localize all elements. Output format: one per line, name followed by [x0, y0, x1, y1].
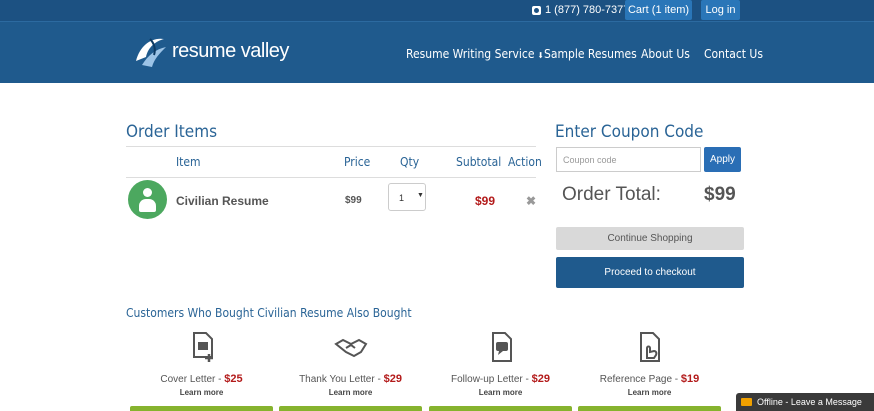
- apply-coupon-button[interactable]: Apply: [704, 147, 741, 172]
- quantity-select[interactable]: 1 ▼: [388, 183, 426, 211]
- add-to-cart-button[interactable]: [429, 406, 572, 411]
- product-price: $19: [680, 373, 700, 385]
- quantity-value: 1: [399, 193, 405, 203]
- learn-more-link[interactable]: Learn more: [279, 388, 422, 397]
- nav-sample-resumes[interactable]: Sample Resumes: [544, 47, 637, 61]
- learn-more-link[interactable]: Learn more: [130, 388, 273, 397]
- product-price: $29: [383, 373, 402, 385]
- nav-service-label: Resume Writing Service: [406, 47, 535, 61]
- handshake-icon: [333, 338, 367, 358]
- product-name: Thank You Letter -: [299, 374, 384, 385]
- add-to-cart-button[interactable]: [130, 406, 273, 411]
- product-card[interactable]: Thank You Letter - $29 Learn more: [279, 330, 422, 397]
- product-card[interactable]: Cover Letter - $25 Learn more: [130, 330, 273, 397]
- column-subtotal: Subtotal: [456, 155, 502, 169]
- add-to-cart-button[interactable]: [279, 406, 422, 411]
- document-plus-icon: [192, 332, 213, 362]
- order-items-title: Order Items: [126, 122, 218, 142]
- table-divider: [126, 146, 536, 147]
- order-total-value: $99: [704, 184, 736, 205]
- chat-widget[interactable]: Offline - Leave a Message: [736, 393, 874, 411]
- column-qty: Qty: [400, 155, 420, 169]
- cart-button[interactable]: Cart (1 item): [625, 0, 692, 20]
- coupon-code-input[interactable]: Coupon code: [556, 147, 701, 172]
- continue-shopping-button[interactable]: Continue Shopping: [556, 227, 744, 250]
- nav-about-us[interactable]: About Us: [641, 47, 690, 61]
- proceed-to-checkout-button[interactable]: Proceed to checkout: [556, 257, 744, 288]
- nav-resume-writing-service[interactable]: Resume Writing Service ⬇: [406, 47, 544, 61]
- column-action: Action: [508, 155, 542, 169]
- site-header: 1 (877) 780-7377 Cart (1 item) Log in re…: [0, 0, 874, 83]
- phone-link[interactable]: 1 (877) 780-7377: [532, 4, 629, 16]
- product-card[interactable]: Follow-up Letter - $29 Learn more: [429, 330, 572, 397]
- coupon-title: Enter Coupon Code: [555, 122, 704, 142]
- also-bought-title: Customers Who Bought Civilian Resume Als…: [126, 306, 412, 320]
- product-card[interactable]: Reference Page - $19 Learn more: [578, 330, 721, 397]
- order-total-label: Order Total:: [562, 184, 661, 205]
- phone-number: 1 (877) 780-7377: [545, 4, 630, 16]
- login-button[interactable]: Log in: [701, 0, 740, 20]
- document-chat-icon: [491, 332, 512, 362]
- chevron-down-icon: ⬇: [537, 51, 544, 60]
- chat-label: Offline - Leave a Message: [757, 397, 862, 407]
- product-name: Cover Letter -: [160, 374, 225, 385]
- envelope-icon: [741, 398, 752, 406]
- phone-icon: [532, 5, 541, 15]
- item-avatar-icon: [128, 180, 167, 219]
- site-logo[interactable]: resume valley: [130, 31, 289, 71]
- caret-down-icon: ▼: [417, 192, 424, 199]
- learn-more-link[interactable]: Learn more: [429, 388, 572, 397]
- product-price: $25: [224, 373, 243, 385]
- item-subtotal: $99: [475, 194, 496, 208]
- nav-contact-us[interactable]: Contact Us: [704, 47, 763, 61]
- table-divider: [126, 177, 536, 178]
- item-name: Civilian Resume: [176, 194, 269, 208]
- learn-more-link[interactable]: Learn more: [578, 388, 721, 397]
- logo-text: resume valley: [172, 39, 289, 62]
- logo-swirl-icon: [136, 38, 166, 67]
- product-name: Follow-up Letter -: [451, 374, 532, 385]
- document-hand-icon: [639, 332, 660, 362]
- product-price: $29: [531, 373, 550, 385]
- add-to-cart-button[interactable]: [578, 406, 721, 411]
- remove-item-icon[interactable]: ✖: [526, 194, 536, 208]
- top-bar: 1 (877) 780-7377 Cart (1 item) Log in: [0, 0, 874, 22]
- column-price: Price: [344, 155, 371, 169]
- item-price: $99: [345, 195, 362, 206]
- product-name: Reference Page -: [599, 374, 681, 385]
- column-item: Item: [176, 155, 201, 169]
